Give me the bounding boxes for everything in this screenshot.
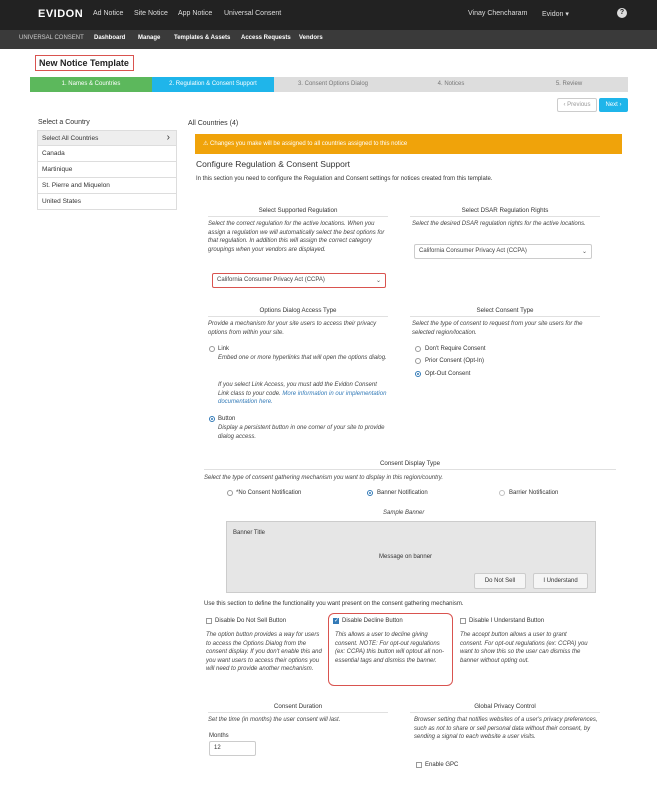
barrier-label: Barrier Notification	[509, 490, 559, 496]
disable-do-not-sell-checkbox[interactable]	[206, 618, 212, 624]
step-names-countries[interactable]: 1. Names & Countries	[30, 77, 152, 92]
step-consent-options[interactable]: 3. Consent Options Dialog	[274, 77, 392, 92]
section-intro: In this section you need to configure th…	[196, 176, 493, 182]
step-regulation-consent[interactable]: 2. Regulation & Consent Support	[152, 77, 274, 92]
consent-opt-out-radio[interactable]	[415, 371, 421, 377]
country-item-martinique[interactable]: Martinique	[37, 162, 177, 178]
user-menu[interactable]: Vinay Chencharam	[468, 10, 527, 17]
link-radio[interactable]	[209, 346, 215, 352]
banner-title: Banner Title	[233, 530, 266, 536]
account-menu[interactable]: Evidon ▾	[542, 10, 569, 18]
enable-gpc-checkbox[interactable]	[416, 762, 422, 768]
dsar-desc: Select the desired DSAR regulation right…	[412, 221, 586, 227]
link-note: If you select Link Access, you must add …	[218, 381, 388, 407]
disable-i-understand-desc: The accept button allows a user to grant…	[460, 632, 588, 664]
consent-prior-radio[interactable]	[415, 358, 421, 364]
page-title: New Notice Template	[35, 55, 134, 71]
disable-do-not-sell-label: Disable Do Not Sell Button	[215, 618, 287, 624]
consent-dont-require-radio[interactable]	[415, 346, 421, 352]
warning-banner: ⚠ Changes you make will be assigned to a…	[195, 134, 622, 154]
nav-app-notice[interactable]: App Notice	[178, 10, 212, 17]
disable-decline-checkbox[interactable]	[333, 617, 339, 624]
all-countries-label: All Countries (4)	[188, 120, 239, 127]
chevron-down-icon: ⌄	[581, 249, 587, 255]
consent-opt-out-label: Opt-Out Consent	[425, 371, 471, 377]
consent-type-desc: Select the type of consent to request fr…	[412, 321, 583, 336]
wizard-steps: 1. Names & Countries 2. Regulation & Con…	[30, 77, 628, 92]
enable-gpc-label: Enable GPC	[425, 762, 459, 768]
disable-decline-desc: This allows a user to decline giving con…	[335, 632, 444, 664]
section-title: Configure Regulation & Consent Support	[196, 159, 351, 169]
country-list-title: Select a Country	[38, 119, 90, 126]
regulation-desc: Select the correct regulation for the ac…	[208, 221, 385, 253]
country-item-all[interactable]: Select All Countries ›	[37, 130, 177, 146]
step-review[interactable]: 5. Review	[510, 77, 628, 92]
no-consent-radio[interactable]	[227, 490, 233, 496]
banner-label: Banner Notification	[377, 490, 428, 496]
step-notices[interactable]: 4. Notices	[392, 77, 510, 92]
country-label: Select All Countries	[42, 135, 99, 142]
top-navbar: EVIDON Ad Notice Site Notice App Notice …	[0, 0, 657, 30]
dsar-header: Select DSAR Regulation Rights	[410, 207, 600, 217]
consent-dont-require-label: Don't Require Consent	[425, 346, 486, 352]
no-consent-label: *No Consent Notification	[236, 490, 302, 496]
subnav-manage[interactable]: Manage	[138, 35, 160, 41]
product-name: UNIVERSAL CONSENT	[19, 35, 84, 41]
next-button[interactable]: Next ›	[599, 98, 628, 112]
evidon-logo[interactable]: EVIDON	[38, 8, 83, 20]
regulation-header: Select Supported Regulation	[208, 207, 388, 217]
country-item-st-pierre[interactable]: St. Pierre and Miquelon	[37, 178, 177, 194]
banner-radio[interactable]	[367, 490, 373, 496]
months-label: Months	[209, 733, 229, 739]
disable-decline-label: Disable Decline Button	[342, 618, 403, 624]
do-not-sell-button[interactable]: Do Not Sell	[474, 573, 526, 589]
dsar-value: California Consumer Privacy Act (CCPA)	[419, 248, 527, 254]
consent-prior-label: Prior Consent (Opt-In)	[425, 358, 485, 364]
duration-header: Consent Duration	[208, 703, 388, 713]
barrier-radio[interactable]	[499, 490, 505, 496]
access-header: Options Dialog Access Type	[208, 307, 388, 317]
display-desc: Select the type of consent gathering mec…	[204, 475, 444, 481]
help-icon[interactable]: ?	[617, 8, 627, 18]
button-label: Button	[218, 416, 236, 422]
nav-site-notice[interactable]: Site Notice	[134, 10, 168, 17]
regulation-value: California Consumer Privacy Act (CCPA)	[217, 277, 325, 283]
country-item-united-states[interactable]: United States	[37, 194, 177, 210]
functionality-desc: Use this section to define the functiona…	[204, 601, 464, 607]
link-desc: Embed one or more hyperlinks that will o…	[218, 355, 387, 361]
dsar-select[interactable]: California Consumer Privacy Act (CCPA) ⌄	[414, 244, 592, 259]
sample-banner-label: Sample Banner	[383, 510, 425, 516]
regulation-select[interactable]: California Consumer Privacy Act (CCPA) ⌄	[212, 273, 386, 288]
gpc-desc: Browser setting that notifies websites o…	[414, 717, 598, 740]
consent-type-header: Select Consent Type	[410, 307, 600, 317]
subnav-templates-assets[interactable]: Templates & Assets	[174, 35, 230, 41]
sub-navbar: UNIVERSAL CONSENT Dashboard Manage Templ…	[0, 30, 657, 49]
disable-do-not-sell-desc: The option button provides a way for use…	[206, 632, 322, 672]
country-item-canada[interactable]: Canada	[37, 146, 177, 162]
banner-message: Message on banner	[379, 554, 433, 560]
subnav-access-requests[interactable]: Access Requests	[241, 35, 291, 41]
display-header: Consent Display Type	[204, 460, 616, 470]
subnav-dashboard[interactable]: Dashboard	[94, 35, 125, 41]
button-radio[interactable]	[209, 416, 215, 422]
previous-button[interactable]: ‹ Previous	[557, 98, 597, 112]
disable-i-understand-checkbox[interactable]	[460, 618, 466, 624]
i-understand-button[interactable]: I Understand	[533, 573, 588, 589]
chevron-right-icon: ›	[166, 132, 170, 143]
nav-ad-notice[interactable]: Ad Notice	[93, 10, 123, 17]
disable-i-understand-label: Disable I Understand Button	[469, 618, 545, 624]
gpc-header: Global Privacy Control	[410, 703, 600, 713]
months-input[interactable]: 12	[209, 741, 256, 756]
access-desc: Provide a mechanism for your site users …	[208, 321, 377, 336]
link-label: Link	[218, 346, 230, 352]
subnav-vendors[interactable]: Vendors	[299, 35, 323, 41]
nav-universal-consent[interactable]: Universal Consent	[224, 10, 281, 17]
sample-banner: Banner Title Message on banner Do Not Se…	[226, 521, 596, 593]
button-desc: Display a persistent button in one corne…	[218, 425, 385, 440]
chevron-down-icon: ⌄	[375, 278, 381, 284]
duration-desc: Set the time (in months) the user consen…	[208, 717, 341, 723]
